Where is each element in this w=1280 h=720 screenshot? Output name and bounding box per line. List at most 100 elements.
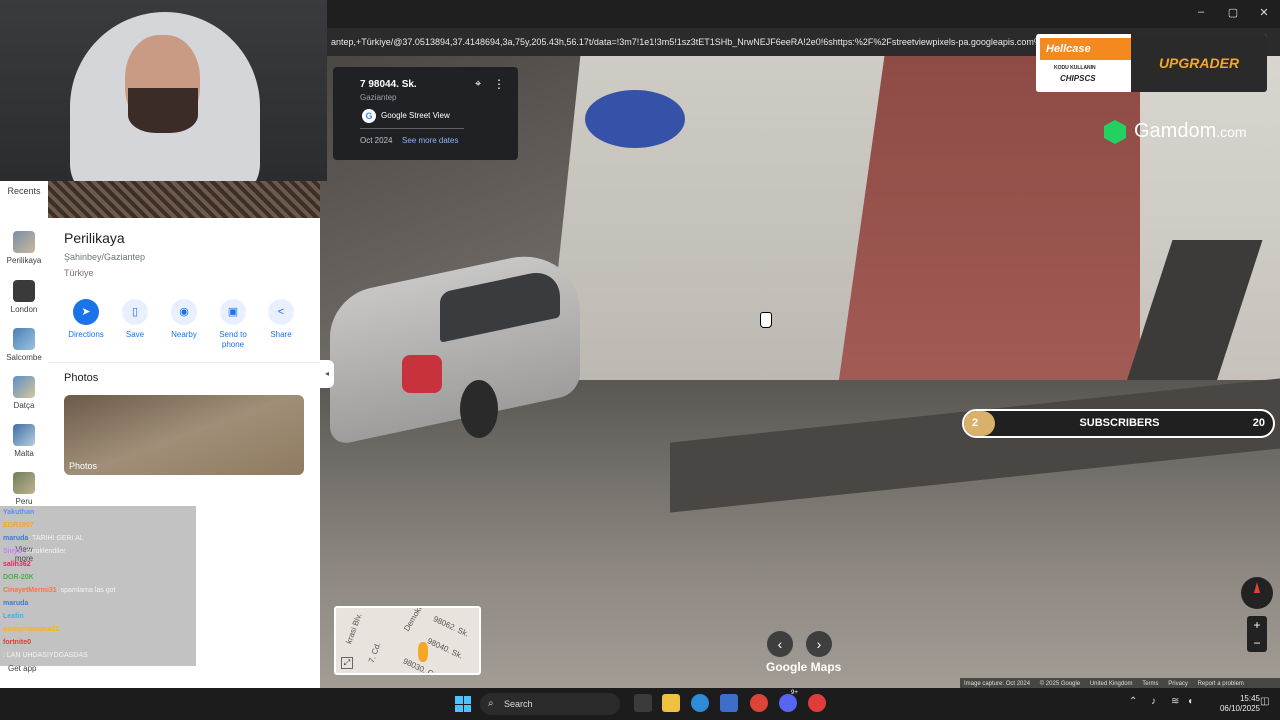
panel-divider xyxy=(48,362,320,363)
hellcase-ad[interactable]: Hellcase KODU KULLANIN CHIPSCS UPGRADER xyxy=(1036,34,1267,92)
terms-link[interactable]: Terms xyxy=(1142,681,1158,687)
image-capture-date: Image capture: Oct 2024 xyxy=(964,681,1031,687)
pegman-icon[interactable] xyxy=(418,642,428,662)
file-explorer-icon[interactable] xyxy=(662,694,680,712)
previous-arrow-icon[interactable]: ‹ xyxy=(767,631,793,657)
screen: – ▢ ✕ antep,+Türkiye/@37.0513894,37.4148… xyxy=(0,0,1280,720)
place-title: Perilikaya xyxy=(64,230,125,246)
ad-cta: UPGRADER xyxy=(1131,34,1267,92)
microphone-icon[interactable]: ♪ xyxy=(1151,696,1156,707)
notification-badge: 9+ xyxy=(791,690,798,696)
recent-label: Datça xyxy=(13,401,35,410)
chat-username[interactable]: essoymanama31 xyxy=(3,626,59,633)
subscriber-label: SUBSCRIBERS xyxy=(1079,417,1160,429)
taskbar-search[interactable]: ⌕ Search xyxy=(480,693,620,715)
app-icon[interactable] xyxy=(808,694,826,712)
recent-item-london[interactable]: London xyxy=(0,280,48,314)
recent-item-peru[interactable]: Peru xyxy=(0,472,48,506)
chevron-up-icon[interactable]: ⌃ xyxy=(1129,696,1137,707)
chat-message: Leafin xyxy=(0,610,196,623)
chat-username[interactable]: Leafin xyxy=(3,613,24,620)
recent-item-perilikaya[interactable]: Perilikaya xyxy=(0,231,48,265)
collapse-panel-button[interactable]: ◂ xyxy=(320,360,334,388)
recent-thumbnail xyxy=(13,424,35,446)
gamdom-name: Gamdom xyxy=(1134,120,1217,142)
window-title-bar: – ▢ ✕ xyxy=(327,0,1280,28)
phone-icon: ▣ xyxy=(220,299,246,325)
chat-username[interactable]: EGR1907 xyxy=(3,522,34,529)
minimap-road-label: 98040. Sk. xyxy=(425,636,465,661)
share-button[interactable]: < Share xyxy=(257,299,305,340)
street-sign xyxy=(585,90,685,148)
compass-icon[interactable] xyxy=(1241,577,1273,609)
zoom-in-button[interactable]: + xyxy=(1247,616,1267,634)
photos-thumbnail[interactable]: Photos xyxy=(64,395,304,475)
minimize-icon[interactable]: – xyxy=(1189,6,1213,18)
action-label: Share xyxy=(270,330,292,339)
chrome-icon[interactable] xyxy=(750,694,768,712)
nearby-icon: ◉ xyxy=(171,299,197,325)
recent-item-malta[interactable]: Malta xyxy=(0,424,48,458)
action-label: Directions xyxy=(68,330,104,339)
recent-item-salcombe[interactable]: Salcombe xyxy=(0,328,48,362)
zoom-out-button[interactable]: − xyxy=(1247,634,1267,652)
google-logo-icon: G xyxy=(362,109,376,123)
nearby-button[interactable]: ◉ Nearby xyxy=(160,299,208,340)
more-options-icon[interactable]: ⋮ xyxy=(493,77,505,91)
chat-username[interactable]: fortnite0 xyxy=(3,639,31,646)
save-button[interactable]: ▯ Save xyxy=(111,299,159,340)
chat-message: maruda: TARIHI GERI AL xyxy=(0,532,196,545)
chat-username[interactable]: DOR-20K xyxy=(3,574,34,581)
chat-message: fortnite0 xyxy=(0,636,196,649)
directions-button[interactable]: ➤ Directions xyxy=(62,299,110,340)
windows-start-icon[interactable] xyxy=(455,696,471,712)
store-icon[interactable] xyxy=(720,694,738,712)
chat-text: : suruklendiler xyxy=(22,548,66,555)
edge-browser-icon[interactable] xyxy=(691,694,709,712)
recent-label: London xyxy=(10,305,38,314)
action-label: Send to phone xyxy=(219,330,247,349)
volume-icon[interactable]: ◖ xyxy=(1187,696,1193,707)
maximize-icon[interactable]: ▢ xyxy=(1221,6,1245,19)
bookmark-icon: ▯ xyxy=(122,299,148,325)
copyright: © 2025 Google xyxy=(1039,681,1081,687)
chat-username[interactable]: maruda xyxy=(3,600,28,607)
recent-thumbnail xyxy=(13,231,35,253)
place-hero-photo[interactable] xyxy=(48,181,320,218)
building-red-wall xyxy=(834,50,1186,410)
notification-bell-icon[interactable]: ◫ xyxy=(1260,696,1269,707)
chat-username[interactable]: salih362 xyxy=(3,561,31,568)
gamdom-suffix: .com xyxy=(1216,124,1247,140)
minimap-road-label: krasi Blv. xyxy=(344,611,364,646)
report-problem-link[interactable]: Report a problem xyxy=(1198,681,1244,687)
minimap-road-label: Demokra xyxy=(402,606,427,633)
chat-username[interactable]: CinayetMermi31 xyxy=(3,587,57,594)
compass-needle xyxy=(1254,582,1260,593)
hand-cursor-icon xyxy=(760,312,772,328)
chat-username[interactable]: Yakuthan xyxy=(3,509,34,516)
discord-icon[interactable] xyxy=(779,694,797,712)
wifi-icon[interactable]: ≋ xyxy=(1171,696,1179,707)
zoom-control: + − xyxy=(1247,616,1267,652)
chat-username[interactable]: Sinyo xyxy=(3,548,22,555)
minimap[interactable]: Demokra 98062. Sk. 98040. Sk. 98030. C k… xyxy=(334,606,481,675)
close-icon[interactable]: ✕ xyxy=(1252,6,1276,19)
street-view-info-card: 7 98044. Sk. Gaziantep ⌖ ⋮ G Google Stre… xyxy=(333,67,518,160)
region-link[interactable]: United Kingdom xyxy=(1090,681,1133,687)
privacy-link[interactable]: Privacy xyxy=(1168,681,1188,687)
recent-item-datca[interactable]: Datça xyxy=(0,376,48,410)
directions-icon: ➤ xyxy=(73,299,99,325)
car-wheel xyxy=(460,380,498,438)
send-to-phone-button[interactable]: ▣ Send to phone xyxy=(209,299,257,350)
taskbar-clock[interactable]: 15:45 06/10/2025 xyxy=(1200,694,1260,714)
chat-username[interactable]: maruda xyxy=(3,535,28,542)
task-view-icon[interactable] xyxy=(634,694,652,712)
location-pin-icon[interactable]: ⌖ xyxy=(475,78,481,91)
see-more-dates-link[interactable]: See more dates xyxy=(402,136,458,145)
chat-message: DOR-20K xyxy=(0,571,196,584)
chat-text: : spamlama las got xyxy=(56,587,116,594)
next-arrow-icon[interactable]: › xyxy=(806,631,832,657)
clock-time: 15:45 xyxy=(1239,694,1260,703)
google-maps-watermark: Google Maps xyxy=(766,660,842,674)
expand-icon[interactable]: ⤢ xyxy=(341,657,353,669)
